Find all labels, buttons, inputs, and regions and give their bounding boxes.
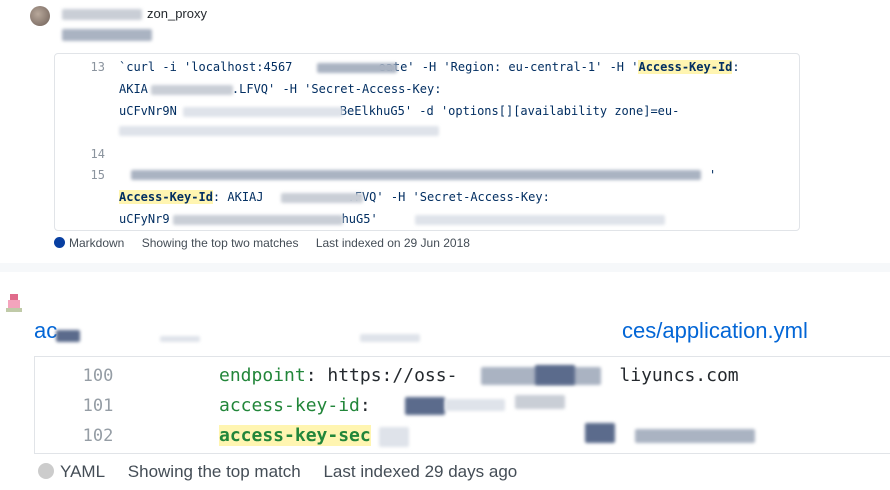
code-fragment: huG5' <box>341 212 378 226</box>
redacted-block <box>635 429 755 443</box>
redacted-block <box>151 85 233 95</box>
divider <box>0 263 890 272</box>
redacted-block <box>131 170 701 180</box>
redacted-block <box>173 215 343 225</box>
language-color-dot <box>54 237 65 248</box>
line-number: 102 <box>82 426 114 446</box>
repo-name-suffix: zon_proxy <box>147 6 207 21</box>
redacted-block <box>379 427 409 447</box>
redacted-block <box>415 215 665 225</box>
code-line: Access-Key-Id: AKIAJ .FVQ' -H 'Secret-Acc… <box>55 187 799 207</box>
yaml-value: : <box>359 395 371 416</box>
language-label: YAML <box>38 462 105 481</box>
language-label: Markdown <box>54 236 124 250</box>
code-line: 13 `curl -i 'localhost:4567 eate' -H 'Reg… <box>55 57 799 77</box>
repo-link[interactable]: ac <box>34 318 57 344</box>
redacted-block <box>585 423 615 443</box>
yaml-value: : https://oss- <box>305 365 458 386</box>
code-fragment: .LFVQ' -H 'Secret-Access-Key: <box>231 82 442 96</box>
code-fragment: ' <box>709 168 717 182</box>
redacted-block <box>405 397 445 415</box>
code-fragment: BeElkhuG5' -d 'options[][availability zo… <box>339 104 680 118</box>
code-snippet: 100 endpoint: https://oss-liyuncs.com 10… <box>34 356 890 454</box>
redacted-block <box>360 334 420 342</box>
code-line: uCFvNr9N BeElkhuG5' -d 'options[][availab… <box>55 101 799 121</box>
repo-name-prefix: ac <box>34 318 58 343</box>
code-text: access-key-sec <box>219 421 371 451</box>
code-fragment: AKIA <box>119 82 148 96</box>
redacted-block <box>317 63 397 73</box>
code-fragment: uCFvNr9N <box>119 104 177 118</box>
result-meta: YAML Showing the top match Last indexed … <box>38 462 535 482</box>
match-count: Showing the top two matches <box>141 236 299 250</box>
redacted-block <box>119 126 439 136</box>
redacted-block <box>62 9 142 20</box>
redacted-block <box>515 395 565 409</box>
file-path-redacted[interactable] <box>62 29 152 41</box>
indexed-date: Last indexed 29 days ago <box>323 462 518 481</box>
avatar[interactable] <box>4 292 24 314</box>
code-fragment: : AKIAJ <box>212 190 264 204</box>
language-color-dot <box>38 463 54 479</box>
redacted-block <box>535 365 575 385</box>
yaml-value: liyuncs.com <box>619 365 739 386</box>
code-text: endpoint: https://oss-liyuncs.com <box>219 361 739 391</box>
redacted-block <box>183 107 343 117</box>
line-number: 14 <box>90 147 105 161</box>
redacted-block <box>160 336 200 342</box>
match-count: Showing the top match <box>127 462 301 481</box>
code-line: 14 <box>55 144 799 164</box>
search-highlight: access-key-sec <box>219 425 371 446</box>
yaml-key: access-key-id <box>219 395 360 416</box>
avatar[interactable] <box>30 6 50 26</box>
code-fragment: eate' -H 'Region: eu-central-1' -H ' <box>378 60 639 74</box>
line-number: 15 <box>90 168 105 182</box>
code-text: access-key-id: <box>219 391 371 421</box>
yaml-key: endpoint <box>219 365 306 386</box>
search-highlight: Access-Key-Id <box>638 60 733 74</box>
line-number: 101 <box>82 396 114 416</box>
line-number: 100 <box>82 366 114 386</box>
code-fragment: .FVQ' -H 'Secret-Access-Key: <box>347 190 550 204</box>
indexed-date: Last indexed on 29 Jun 2018 <box>315 236 470 250</box>
file-path-link[interactable]: ces/application.yml <box>622 318 808 344</box>
redacted-block <box>281 193 363 203</box>
redacted-block <box>56 330 80 342</box>
code-fragment: `curl -i 'localhost:4567 <box>119 60 293 74</box>
code-text: `curl -i 'localhost:4567 eate' -H 'Region… <box>119 57 740 77</box>
code-fragment: : <box>732 60 740 74</box>
redacted-block <box>445 399 505 411</box>
code-snippet: 13 `curl -i 'localhost:4567 eate' -H 'Reg… <box>54 53 800 231</box>
search-highlight: Access-Key-Id <box>119 190 213 204</box>
result-meta: Markdown Showing the top two matches Las… <box>54 236 484 250</box>
code-fragment: uCFyNr9 <box>119 212 170 226</box>
line-number: 13 <box>90 60 105 74</box>
